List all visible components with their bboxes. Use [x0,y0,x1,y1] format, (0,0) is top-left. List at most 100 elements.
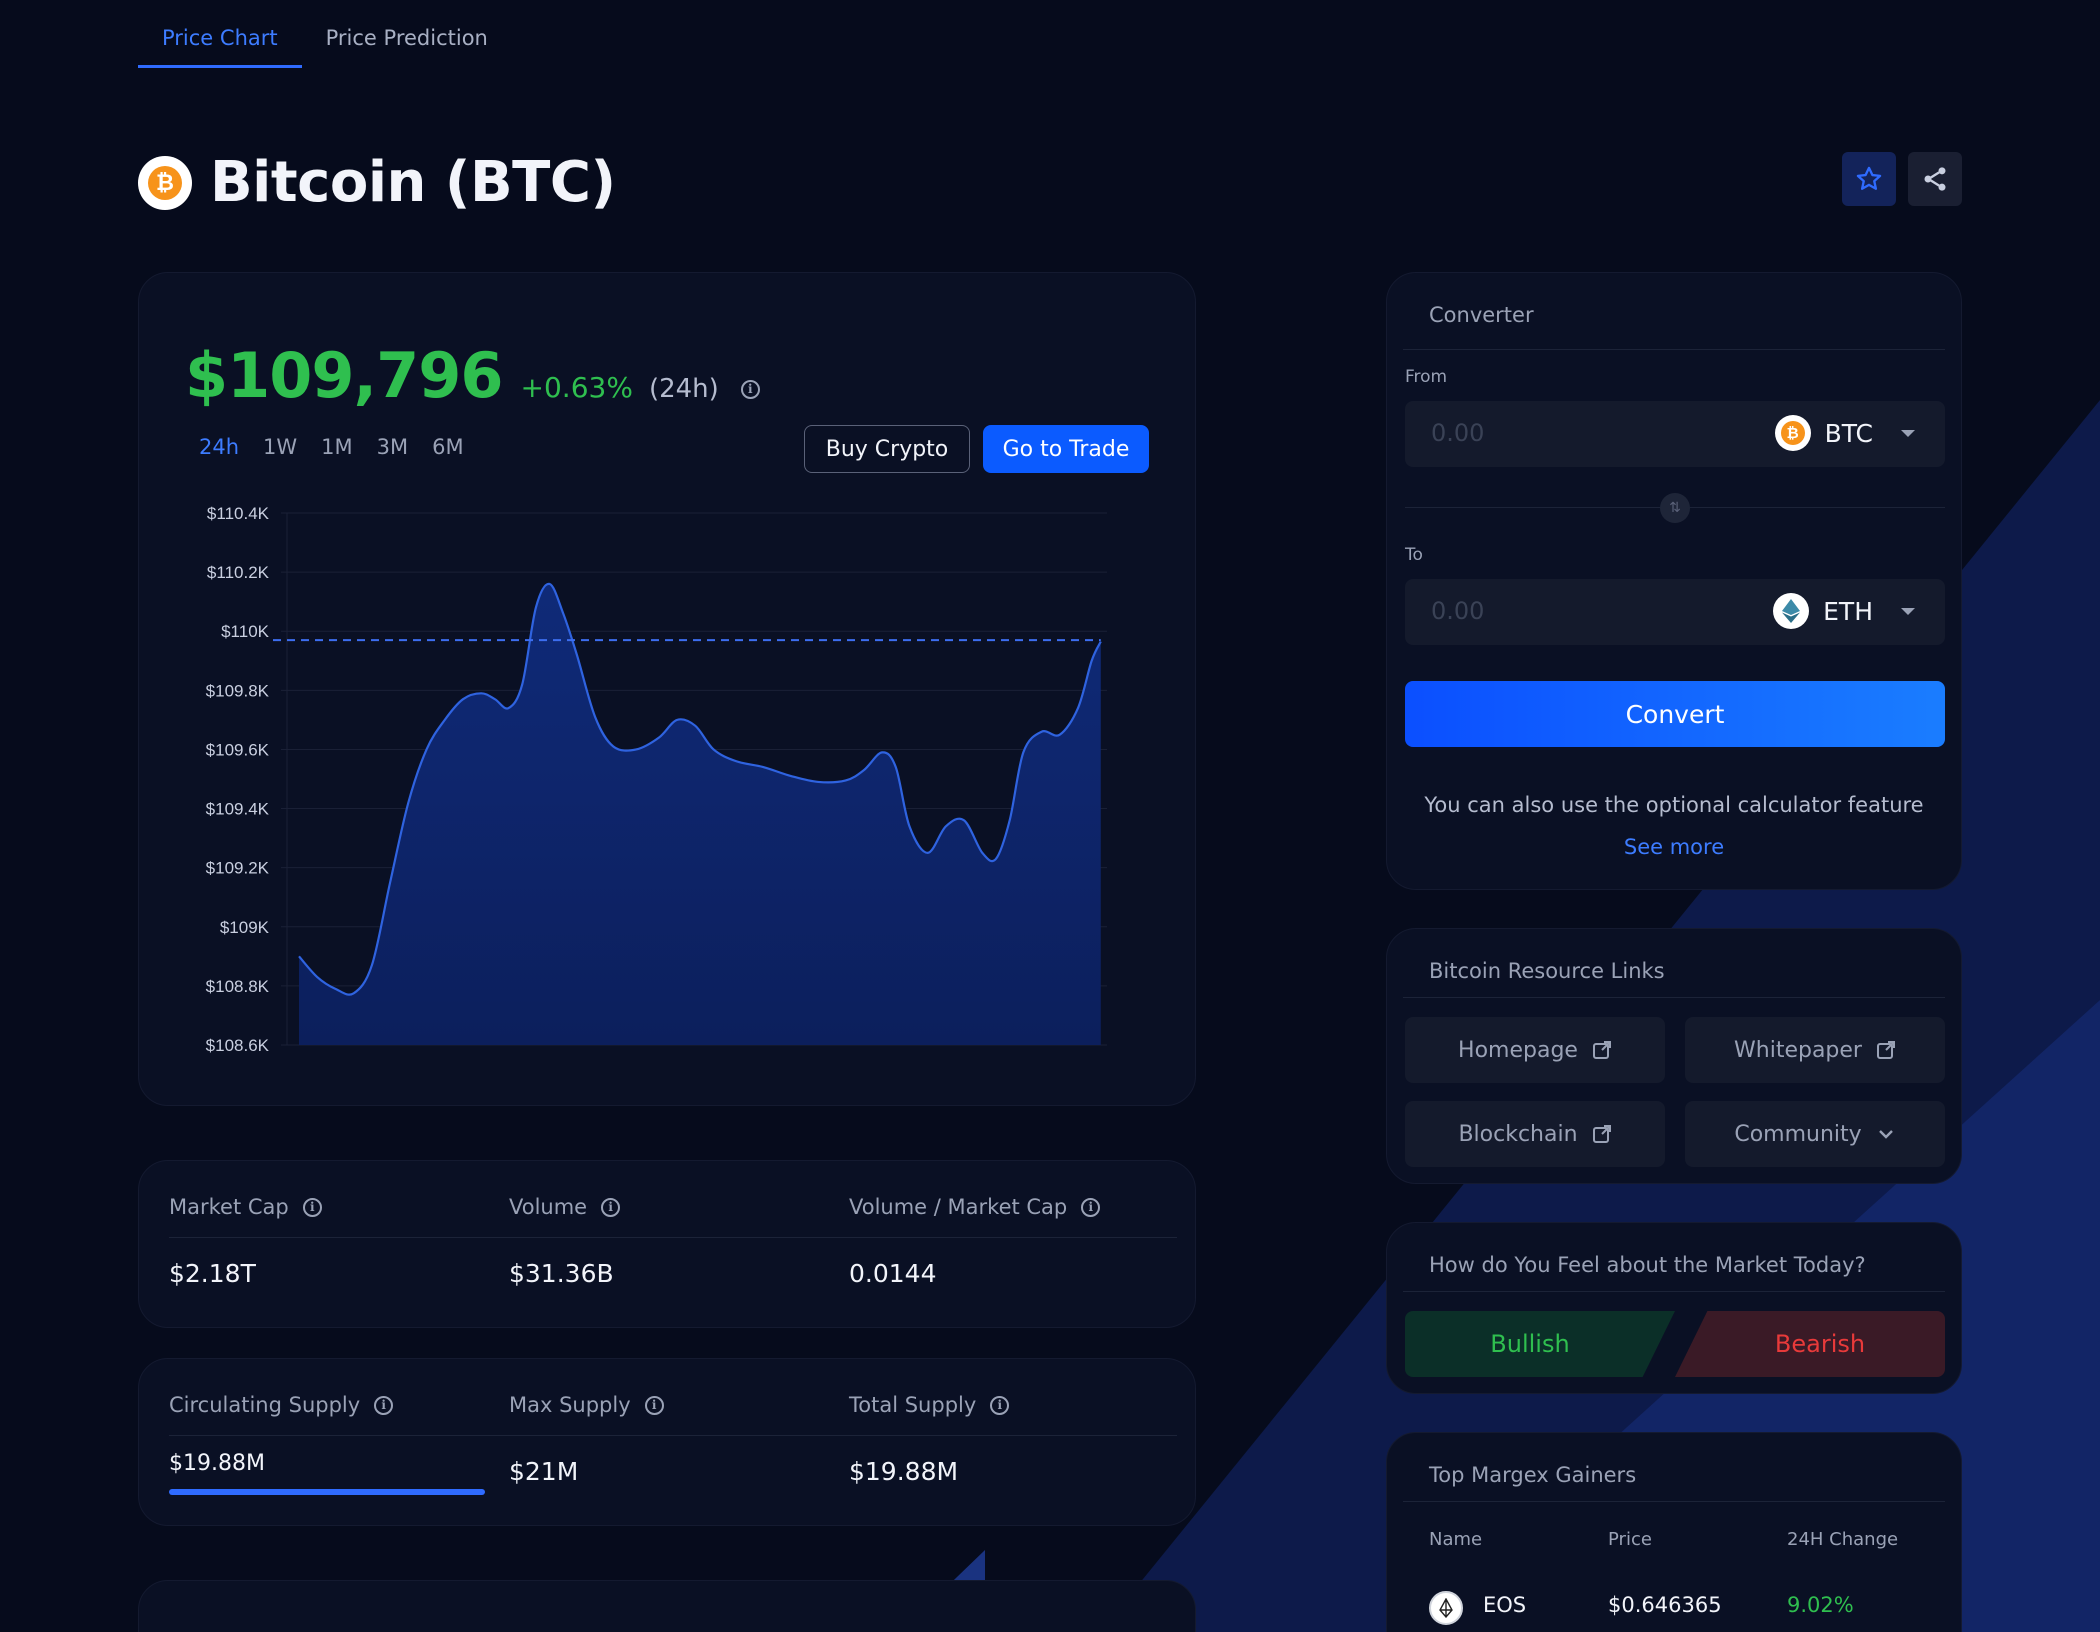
x-tick-label: 7:33 AM [699,1062,761,1063]
x-tick-label: 10:20 AM [786,1062,858,1063]
external-link-icon [1592,1125,1611,1143]
homepage-link[interactable]: Homepage [1405,1017,1665,1083]
whitepaper-link[interactable]: Whitepaper [1685,1017,1945,1083]
info-icon[interactable]: i [990,1395,1010,1415]
coin-header: ₿ Bitcoin (BTC) [138,150,616,215]
divider [169,1237,1177,1238]
range-3m[interactable]: 3M [377,435,408,459]
stat-label-text: Total Supply [849,1393,977,1417]
price-summary: $109,796 +0.63% (24h) i [185,339,760,412]
buy-crypto-button[interactable]: Buy Crypto [804,425,970,473]
stat-label-text: Volume [509,1195,588,1219]
convert-button[interactable]: Convert [1405,681,1945,747]
supply-stats-card: Circulating Supply i Max Supply i Total Su… [138,1358,1196,1526]
x-tick-label: 6:40 PM [1063,1062,1126,1063]
from-field[interactable]: 0.00 ₿ BTC [1405,401,1945,467]
y-tick-label: $110.4K [207,504,270,523]
x-tick-label: 3:53 PM [972,1062,1035,1063]
top-gainers-card: Top Margex Gainers Name Price 24H Change… [1386,1432,1962,1632]
sentiment-title: How do You Feel about the Market Today? [1429,1253,1866,1277]
to-coin-select[interactable]: ETH [1773,593,1915,629]
price-chart-card: $109,796 +0.63% (24h) i 24h 1W 1M 3M 6M … [138,272,1196,1106]
stat-label-max-supply: Max Supply i [509,1393,664,1417]
view-tabs: Price Chart Price Prediction [138,16,512,68]
y-tick-label: $110.2K [207,563,270,582]
stat-label-circulating-supply: Circulating Supply i [169,1393,394,1417]
market-stats-card: Market Cap i Volume i Volume / Market Cap i… [138,1160,1196,1328]
stat-label-total-supply: Total Supply i [849,1393,1010,1417]
resource-links-title: Bitcoin Resource Links [1429,959,1665,983]
chevron-down-icon [1901,607,1915,615]
circulating-supply-progress [169,1489,485,1495]
divider [169,1435,1177,1436]
stat-label-text: Market Cap [169,1195,289,1219]
bearish-button[interactable]: Bearish [1675,1311,1945,1377]
from-amount-input[interactable]: 0.00 [1431,419,1484,447]
share-button[interactable] [1908,152,1962,206]
info-icon[interactable]: i [601,1197,621,1217]
x-tick-label: 1:06 PM [881,1062,944,1063]
stat-value-market-cap: $2.18T [169,1259,256,1288]
y-tick-label: $109.4K [206,800,270,819]
divider [1403,1291,1945,1292]
ethereum-glyph [1782,599,1801,623]
external-link-icon [1592,1041,1611,1059]
to-field[interactable]: 0.00 ETH [1405,579,1945,645]
range-1m[interactable]: 1M [321,435,352,459]
gainers-title: Top Margex Gainers [1429,1463,1637,1487]
from-coin-select[interactable]: ₿ BTC [1774,415,1915,451]
x-tick-label: 11:13 PM [421,1062,493,1063]
eos-glyph [1439,1598,1453,1618]
community-label: Community [1734,1121,1862,1147]
tab-price-prediction[interactable]: Price Prediction [302,16,512,68]
stat-label-volume-market-cap: Volume / Market Cap i [849,1195,1101,1219]
to-label: To [1405,545,1423,565]
stat-value-total-supply: $19.88M [849,1457,959,1486]
resource-links-card: Bitcoin Resource Links Homepage Whitepap… [1386,928,1962,1184]
gainer-name: EOS [1483,1593,1527,1617]
blockchain-label: Blockchain [1458,1121,1578,1147]
stat-value-max-supply: $21M [509,1457,579,1486]
from-label: From [1405,367,1448,387]
x-tick-label: 8:26 PM [334,1062,397,1063]
gainer-price: $0.646365 [1608,1593,1722,1617]
to-amount-input[interactable]: 0.00 [1431,597,1484,625]
share-icon [1924,167,1946,191]
info-icon[interactable]: i [1081,1197,1101,1217]
swap-icon[interactable]: ⇅ [1660,493,1690,523]
divider [1403,349,1945,350]
info-icon[interactable]: i [374,1395,394,1415]
external-link-icon [1876,1041,1895,1059]
x-tick-label: 5:40 PM [243,1062,306,1063]
stat-value-circulating-supply: $19.88M [169,1451,265,1476]
stat-label-text: Max Supply [509,1393,631,1417]
x-tick-label: 2:00 AM [517,1062,579,1063]
info-icon[interactable]: i [740,379,760,399]
price-period: (24h) [648,374,719,404]
info-icon[interactable]: i [644,1395,664,1415]
chevron-down-icon [1878,1130,1893,1139]
blockchain-link[interactable]: Blockchain [1405,1101,1665,1167]
range-6m[interactable]: 6M [432,435,463,459]
y-tick-label: $109.6K [206,740,270,759]
next-section-card [138,1580,1196,1632]
eos-logo-icon [1429,1591,1463,1625]
see-more-link[interactable]: See more [1387,835,1961,859]
favorite-button[interactable] [1842,152,1896,206]
ethereum-logo-icon [1773,593,1810,629]
current-price: $109,796 [185,339,504,412]
stat-label-volume: Volume i [509,1195,621,1219]
info-icon[interactable]: i [302,1197,322,1217]
range-24h[interactable]: 24h [199,435,239,459]
tab-price-chart[interactable]: Price Chart [138,16,302,68]
range-1w[interactable]: 1W [263,435,297,459]
bullish-button[interactable]: Bullish [1405,1311,1675,1377]
divider [1403,997,1945,998]
go-to-trade-button[interactable]: Go to Trade [983,425,1149,473]
star-icon [1856,166,1882,190]
community-dropdown[interactable]: Community [1685,1101,1945,1167]
stat-label-text: Circulating Supply [169,1393,361,1417]
stat-label-market-cap: Market Cap i [169,1195,322,1219]
column-header-change: 24H Change [1787,1529,1899,1550]
table-row[interactable]: EOS $0.646365 9.02% [1429,1585,1961,1629]
